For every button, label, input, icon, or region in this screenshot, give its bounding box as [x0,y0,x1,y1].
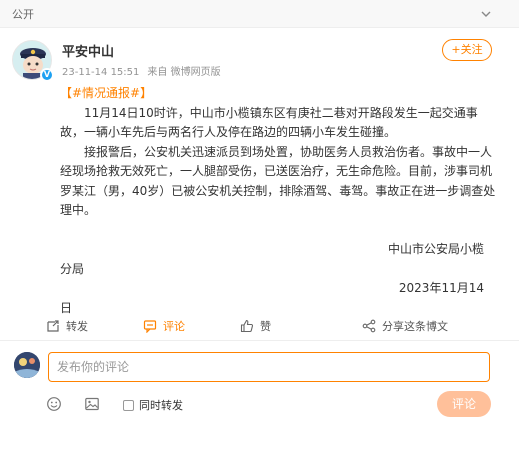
repost-label: 转发 [66,320,88,333]
chevron-down-icon[interactable] [479,7,493,21]
verified-badge-icon: V [40,68,54,82]
repost-icon [47,320,59,332]
signature-line-1: 中山市公安局小榄 [387,242,484,256]
repost-button[interactable]: 转发 [46,318,88,334]
follow-button[interactable]: +关注 [442,39,492,61]
author-name[interactable]: 平安中山 [62,41,114,60]
share-icon [362,319,376,333]
post-content: 【#情况通报#】 11月14日10时许，中山市小榄镇东区有庚社二巷对开路段发生一… [60,84,500,318]
divider [0,340,519,341]
emoji-icon[interactable] [46,396,62,412]
top-bar: 公开 [0,0,519,28]
share-label: 分享这条博文 [382,320,448,333]
comment-icon [143,320,157,333]
repost-option[interactable]: 同时转发 [123,397,183,413]
comment-button[interactable]: 评论 [143,318,185,334]
current-user-avatar[interactable] [14,352,40,378]
image-icon[interactable] [84,396,100,412]
post-meta: 23-11-14 15:51 来自 微博网页版 [62,63,221,78]
repost-checkbox[interactable] [123,399,134,411]
source-prefix: 来自 [147,67,168,78]
repost-option-label: 同时转发 [139,399,183,412]
like-button[interactable]: 赞 [240,318,271,334]
action-bar: 转发 评论 赞 分享这条博文 [0,316,519,338]
post-timestamp[interactable]: 23-11-14 15:51 [62,67,139,78]
like-icon [240,319,254,333]
paragraph-2: 接报警后，公安机关迅速派员到场处置，协助医务人员救治伤者。事故中一人经现场抢救无… [60,144,496,218]
post-source: 微博网页版 [170,67,221,78]
signature-line-2: 分局 [60,261,85,276]
submit-comment-button[interactable]: 评论 [437,391,491,417]
like-label: 赞 [260,320,271,333]
share-button[interactable]: 分享这条博文 [362,318,448,334]
user-avatar-icon [14,352,40,378]
comment-input[interactable] [48,352,490,382]
topic-tag[interactable]: 【#情况通报#】 [60,86,152,100]
date-line-1: 2023年11月14 [398,281,484,295]
comment-label: 评论 [163,320,185,333]
paragraph-1: 11月14日10时许，中山市小榄镇东区有庚社二巷对开路段发生一起交通事故，一辆小… [60,105,478,140]
visibility-label: 公开 [12,8,34,21]
